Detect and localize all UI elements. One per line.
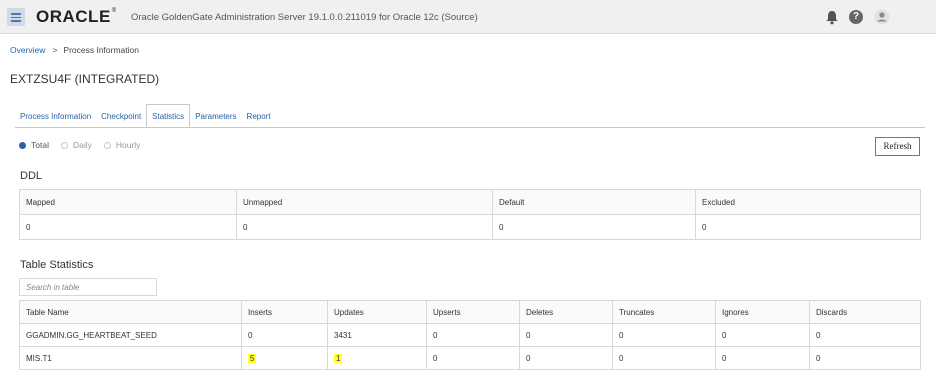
- highlighted-value: 1: [334, 353, 343, 363]
- table-cell: 0: [19, 214, 237, 240]
- radio-hourly[interactable]: Hourly: [103, 140, 140, 150]
- period-filter: Total Daily Hourly: [19, 140, 152, 150]
- table-cell: 0: [612, 346, 716, 370]
- table-cell: 3431: [327, 323, 427, 347]
- table-statistics-table: Table Name Inserts Updates Upserts Delet…: [19, 300, 921, 370]
- table-cell: 0: [809, 346, 921, 370]
- table-row: GGADMIN.GG_HEARTBEAT_SEED 0 3431 0 0 0 0…: [19, 323, 921, 347]
- tab-process-information[interactable]: Process Information: [15, 104, 96, 128]
- table-cell: 0: [612, 323, 716, 347]
- highlighted-value: 5: [248, 353, 257, 363]
- table-cell: 0: [695, 214, 921, 240]
- table-cell: 0: [519, 323, 613, 347]
- table-cell: 0: [715, 346, 810, 370]
- column-header[interactable]: Updates: [327, 300, 427, 324]
- radio-daily[interactable]: Daily: [60, 140, 92, 150]
- column-header[interactable]: Table Name: [19, 300, 242, 324]
- column-header[interactable]: Mapped: [19, 189, 237, 215]
- tab-report[interactable]: Report: [242, 104, 276, 128]
- ddl-table: Mapped Unmapped Default Excluded 0 0 0 0: [19, 189, 921, 240]
- page-title: EXTZSU4F (INTEGRATED): [10, 72, 160, 86]
- radio-unselected-icon: [60, 141, 68, 149]
- column-header[interactable]: Discards: [809, 300, 921, 324]
- radio-total[interactable]: Total: [19, 140, 49, 150]
- table-cell: 0: [715, 323, 810, 347]
- tab-checkpoint[interactable]: Checkpoint: [96, 104, 146, 128]
- ddl-title: DDL: [20, 170, 43, 182]
- table-header-row: Table Name Inserts Updates Upserts Delet…: [19, 300, 921, 324]
- column-header[interactable]: Upserts: [426, 300, 520, 324]
- tab-statistics[interactable]: Statistics: [146, 104, 191, 128]
- top-bar: ORACLE® Oracle GoldenGate Administration…: [0, 0, 936, 34]
- table-cell: 0: [809, 323, 921, 347]
- search-input[interactable]: Search in table: [19, 278, 157, 296]
- table-cell: 0: [426, 346, 520, 370]
- table-cell: 0: [492, 214, 696, 240]
- table-cell: 0: [426, 323, 520, 347]
- hamburger-menu-icon[interactable]: [7, 8, 25, 26]
- tab-parameters[interactable]: Parameters: [190, 104, 241, 128]
- table-statistics-title: Table Statistics: [20, 259, 94, 271]
- breadcrumb: Overview > Process Information: [10, 45, 139, 55]
- user-icon[interactable]: [873, 8, 891, 26]
- table-cell: 1: [327, 346, 427, 370]
- tab-bar: Process Information Checkpoint Statistic…: [15, 104, 276, 128]
- column-header[interactable]: Default: [492, 189, 696, 215]
- table-cell: 0: [519, 346, 613, 370]
- table-cell: 5: [241, 346, 328, 370]
- table-row: MIS.T1 5 1 0 0 0 0 0: [19, 346, 921, 370]
- column-header[interactable]: Unmapped: [236, 189, 493, 215]
- help-icon[interactable]: ?: [847, 8, 865, 26]
- table-cell: 0: [236, 214, 493, 240]
- bell-icon[interactable]: [823, 8, 841, 26]
- refresh-button[interactable]: Refresh: [875, 137, 920, 156]
- column-header[interactable]: Inserts: [241, 300, 328, 324]
- breadcrumb-overview-link[interactable]: Overview: [10, 45, 45, 55]
- radio-unselected-icon: [103, 141, 111, 149]
- column-header[interactable]: Ignores: [715, 300, 810, 324]
- table-header-row: Mapped Unmapped Default Excluded: [19, 189, 921, 215]
- column-header[interactable]: Excluded: [695, 189, 921, 215]
- oracle-logo: ORACLE®: [36, 7, 117, 26]
- breadcrumb-current: Process Information: [63, 45, 139, 55]
- table-row: 0 0 0 0: [19, 214, 921, 240]
- app-title: Oracle GoldenGate Administration Server …: [131, 12, 478, 23]
- table-cell: MIS.T1: [19, 346, 242, 370]
- table-cell: 0: [241, 323, 328, 347]
- breadcrumb-separator: >: [52, 45, 58, 55]
- tab-divider: [15, 127, 925, 128]
- radio-selected-icon: [19, 141, 26, 149]
- table-cell: GGADMIN.GG_HEARTBEAT_SEED: [19, 323, 242, 347]
- column-header[interactable]: Deletes: [519, 300, 613, 324]
- column-header[interactable]: Truncates: [612, 300, 716, 324]
